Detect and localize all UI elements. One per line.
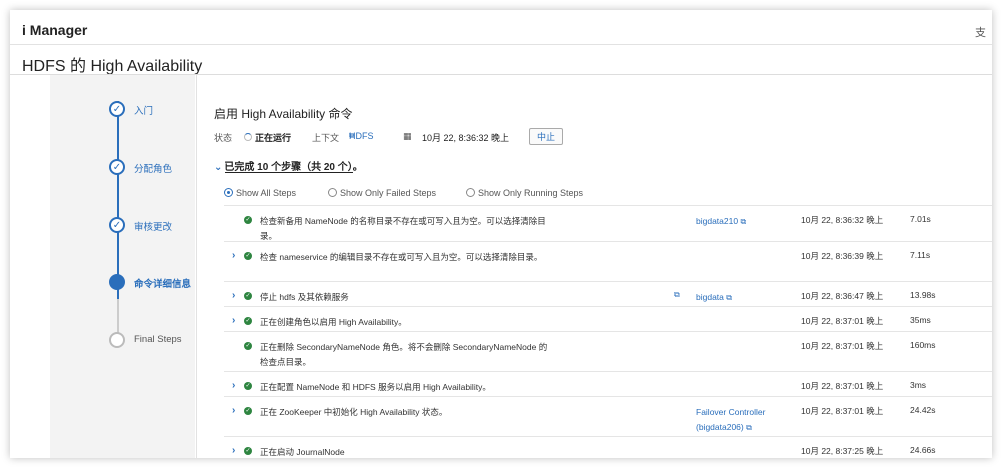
filter-failed-steps[interactable]: Show Only Failed Steps — [328, 188, 436, 198]
success-icon: ✓ — [244, 342, 252, 350]
context-label: 上下文 — [312, 133, 340, 143]
filter-all-steps[interactable]: Show All Steps — [224, 188, 296, 198]
pending-step-icon — [109, 332, 125, 348]
chevron-right-icon[interactable]: › — [232, 405, 235, 416]
table-row: › ✓ 正在配置 NameNode 和 HDFS 服务以启用 High Avai… — [224, 371, 992, 397]
wizard-step-review-changes[interactable]: 审核更改 — [134, 219, 172, 233]
command-timestamp: 10月 22, 8:36:32 晚上 — [422, 133, 510, 143]
external-link-icon: ⧉ — [349, 131, 355, 140]
table-row: › ✓ 正在创建角色以启用 High Availability。 10月 22,… — [224, 306, 992, 332]
step-description: 正在创建角色以启用 High Availability。 — [260, 317, 407, 327]
filter-label: Show All Steps — [236, 188, 297, 198]
command-title: 启用 High Availability 命令 — [214, 107, 353, 121]
step-description: 检查 nameservice 的编辑目录不存在或可写入且为空。可以选择清除目录。 — [260, 252, 543, 262]
external-link-icon: ⧉ — [740, 217, 747, 226]
step-duration: 13.98s — [910, 290, 936, 300]
wizard-progress-line — [117, 101, 119, 299]
table-row: › ✓ 停止 hdfs 及其依赖服务 ⧉ bigdata ⧉ 10月 22, 8… — [224, 281, 992, 307]
step-time: 10月 22, 8:37:25 晚上 — [801, 446, 884, 456]
wizard-step-assign-roles[interactable]: 分配角色 — [134, 161, 172, 175]
step-time: 10月 22, 8:36:32 晚上 — [801, 215, 884, 225]
check-icon: ✓ — [109, 217, 125, 233]
success-icon: ✓ — [244, 407, 252, 415]
wizard-step-command-details[interactable]: 命令详细信息 — [134, 276, 191, 290]
step-time: 10月 22, 8:37:01 晚上 — [801, 341, 884, 351]
chevron-right-icon[interactable]: › — [232, 250, 235, 261]
main-content: 启用 High Availability 命令 状态 正在运行 上下文 HDFS… — [196, 75, 992, 458]
host-link[interactable]: Failover Controller (bigdata206) ⧉ — [696, 405, 786, 435]
step-description: 停止 hdfs 及其依赖服务 — [260, 292, 349, 302]
external-link-icon: ⧉ — [746, 423, 752, 432]
step-description: 正在 ZooKeeper 中初始化 High Availability 状态。 — [260, 407, 448, 417]
host-link[interactable]: bigdata210 ⧉ — [696, 214, 786, 229]
radio-icon — [328, 188, 337, 197]
chevron-right-icon[interactable]: › — [232, 445, 235, 456]
step-duration: 160ms — [910, 340, 936, 350]
step-time: 10月 22, 8:37:01 晚上 — [801, 406, 884, 416]
chevron-down-icon: ⌄ — [214, 162, 223, 173]
current-step-icon — [109, 274, 125, 290]
table-row: › ✓ 检查 nameservice 的编辑目录不存在或可写入且为空。可以选择清… — [224, 241, 992, 282]
status-label: 状态 — [214, 133, 233, 143]
check-icon: ✓ — [109, 101, 125, 117]
wizard-step-final-steps[interactable]: Final Steps — [134, 334, 182, 345]
host-link[interactable]: bigdata ⧉ — [696, 290, 786, 305]
host-name: Failover Controller (bigdata206) — [696, 407, 766, 432]
wizard-step-intro[interactable]: 入门 — [134, 103, 153, 117]
table-row: ✓ 检查新备用 NameNode 的名称目录不存在或可写入且为空。可以选择清除目… — [224, 205, 992, 242]
external-link-icon: ⧉ — [726, 293, 732, 302]
step-description: 正在启动 JournalNode — [260, 447, 345, 457]
top-bar: i Manager 支 — [10, 10, 992, 45]
step-description: 正在配置 NameNode 和 HDFS 服务以启用 High Availabi… — [260, 382, 491, 392]
step-duration: 3ms — [910, 380, 927, 390]
step-duration: 7.01s — [910, 214, 931, 224]
host-name: bigdata — [696, 292, 724, 302]
success-icon: ✓ — [244, 317, 252, 325]
success-icon: ✓ — [244, 447, 252, 455]
top-right-menu[interactable]: 支 — [975, 24, 986, 40]
step-time: 10月 22, 8:36:39 晚上 — [801, 251, 884, 261]
summary-toggle[interactable]: ⌄ 已完成 10 个步骤（共 20 个）。 — [214, 158, 363, 173]
step-description: 正在删除 SecondaryNameNode 角色。将不会删除 Secondar… — [260, 342, 548, 367]
step-duration: 24.66s — [910, 445, 936, 455]
chevron-right-icon[interactable]: › — [232, 380, 235, 391]
filter-label: Show Only Running Steps — [478, 188, 584, 198]
success-icon: ✓ — [244, 382, 252, 390]
status-value: 正在运行 — [255, 133, 292, 143]
page-title: HDFS 的 High Availability — [22, 58, 203, 75]
table-row: › ✓ 正在启动 JournalNode 10月 22, 8:37:25 晚上 … — [224, 436, 992, 458]
step-time: 10月 22, 8:36:47 晚上 — [801, 291, 884, 301]
stop-button[interactable]: 中止 — [529, 128, 564, 145]
step-duration: 35ms — [910, 315, 931, 325]
summary-underline — [225, 172, 353, 173]
radio-selected-icon — [224, 188, 233, 197]
step-description: 检查新备用 NameNode 的名称目录不存在或可写入且为空。可以选择清除目录。 — [260, 216, 546, 241]
window: i Manager 支 HDFS 的 High Availability ✓ 入… — [10, 10, 992, 458]
filter-label: Show Only Failed Steps — [340, 188, 437, 198]
radio-icon — [466, 188, 475, 197]
calendar-icon: ▦ — [403, 131, 412, 141]
chevron-right-icon[interactable]: › — [232, 315, 235, 326]
success-icon: ✓ — [244, 292, 252, 300]
wizard-sidebar: ✓ 入门 ✓ 分配角色 ✓ 审核更改 命令详细信息 Final Steps — [50, 75, 195, 458]
step-duration: 24.42s — [910, 405, 936, 415]
success-icon: ✓ — [244, 216, 252, 224]
host-name: bigdata210 — [696, 216, 739, 226]
table-row: › ✓ 正在 ZooKeeper 中初始化 High Availability … — [224, 396, 992, 437]
table-row: ✓ 正在删除 SecondaryNameNode 角色。将不会删除 Second… — [224, 331, 992, 372]
external-link-icon[interactable]: ⧉ — [674, 290, 680, 300]
spinner-icon — [244, 133, 252, 141]
step-duration: 7.11s — [910, 250, 931, 260]
check-icon: ✓ — [109, 159, 125, 175]
success-icon: ✓ — [244, 252, 252, 260]
step-time: 10月 22, 8:37:01 晚上 — [801, 381, 884, 391]
app-title: i Manager — [22, 22, 88, 38]
chevron-right-icon[interactable]: › — [232, 290, 235, 301]
filter-running-steps[interactable]: Show Only Running Steps — [466, 188, 583, 198]
step-time: 10月 22, 8:37:01 晚上 — [801, 316, 884, 326]
